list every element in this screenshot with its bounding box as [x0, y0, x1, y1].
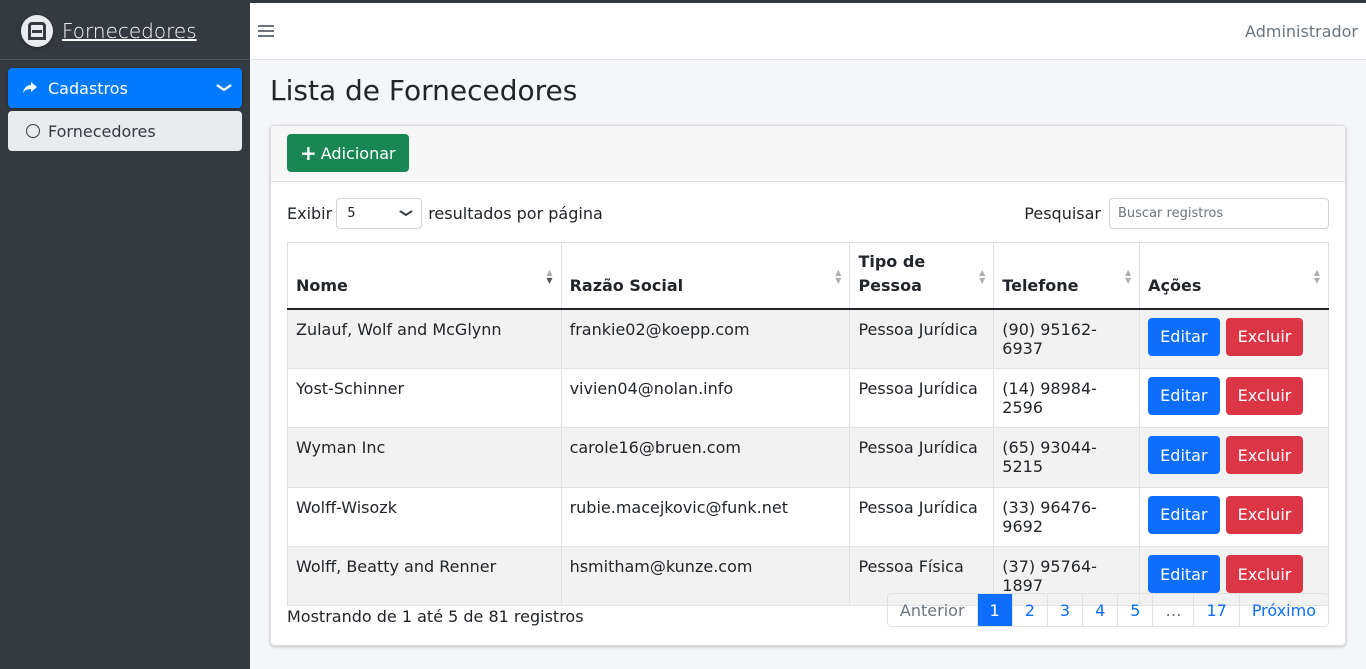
column-header-tipo-pessoa[interactable]: Tipo de Pessoa ▲ ▼ — [849, 242, 995, 310]
cell-telefone: (65) 93044-5215 — [993, 427, 1141, 488]
delete-button[interactable]: Excluir — [1225, 495, 1304, 534]
page-size-select[interactable]: 5 — [336, 197, 423, 229]
top-navbar: Administrador — [250, 3, 1366, 60]
delete-button[interactable]: Excluir — [1225, 436, 1304, 475]
sort-icon: ▲ ▼ — [1125, 268, 1132, 285]
user-menu[interactable]: Administrador — [1245, 22, 1358, 41]
column-header-nome[interactable]: Nome ▲ ▼ — [287, 242, 562, 310]
cell-razao-social: vivien04@nolan.info — [560, 367, 851, 429]
cell-tipo-pessoa: Pessoa Jurídica — [849, 486, 995, 548]
pagination-page-17[interactable]: 17 — [1193, 594, 1238, 626]
cell-nome: Yost-Schinner — [287, 367, 562, 429]
cell-nome: Wyman Inc — [287, 427, 562, 488]
delete-button[interactable]: Excluir — [1225, 376, 1304, 415]
card-header: + Adicionar — [271, 126, 1345, 182]
column-header-telefone[interactable]: Telefone ▲ ▼ — [993, 242, 1141, 310]
column-header-label: Ações — [1148, 275, 1202, 295]
cell-actions: Editar Excluir — [1139, 367, 1329, 429]
edit-button[interactable]: Editar — [1148, 555, 1220, 593]
column-header-acoes[interactable]: Ações ▲ ▼ — [1139, 242, 1329, 310]
column-header-razao-social[interactable]: Razão Social ▲ ▼ — [560, 242, 851, 310]
cell-nome: Wolff, Beatty and Renner — [287, 545, 562, 607]
suppliers-table: Nome ▲ ▼ Razão Social ▲ ▼ Tipo de Pessoa ▲ ▼ T… — [287, 242, 1329, 607]
pagination: Anterior 1 2 3 4 5 … 17 Próximo — [886, 593, 1329, 627]
cell-tipo-pessoa: Pessoa Jurídica — [849, 427, 995, 488]
cell-tipo-pessoa: Pessoa Jurídica — [849, 367, 995, 429]
cell-tipo-pessoa: Pessoa Jurídica — [849, 308, 995, 369]
cell-razao-social: rubie.macejkovic@funk.net — [560, 486, 851, 548]
cell-actions: Editar Excluir — [1139, 308, 1329, 369]
column-header-label: Nome — [296, 275, 348, 295]
sidebar-item-fornecedores[interactable]: Fornecedores — [8, 111, 242, 151]
brand-logo-icon — [21, 15, 53, 47]
column-header-label: Tipo de Pessoa — [858, 251, 926, 295]
chevron-down-icon[interactable] — [216, 81, 233, 95]
sort-icon: ▲ ▼ — [835, 268, 842, 285]
page-title: Lista de Fornecedores — [270, 74, 578, 107]
table-row: Yost-Schinner vivien04@nolan.info Pessoa… — [287, 367, 1329, 429]
sidebar-item-cadastros[interactable]: Cadastros — [8, 68, 242, 108]
search-label: Pesquisar — [1024, 203, 1101, 223]
sidebar: Fornecedores Cadastros Fornecedores — [0, 3, 250, 669]
pagination-page-5[interactable]: 5 — [1117, 594, 1152, 626]
search-group: Pesquisar — [1024, 197, 1329, 229]
table-row: Zulauf, Wolf and McGlynn frankie02@koepp… — [287, 308, 1329, 369]
circle-icon — [26, 124, 40, 138]
cell-telefone: (90) 95162-6937 — [993, 308, 1141, 369]
sidebar-item-label: Cadastros — [48, 78, 128, 98]
share-arrow-icon — [20, 81, 40, 95]
add-button-label: Adicionar — [320, 143, 396, 163]
per-page-label: resultados por página — [428, 203, 603, 223]
table-info: Mostrando de 1 até 5 de 81 registros — [287, 607, 584, 626]
delete-button[interactable]: Excluir — [1225, 555, 1304, 593]
cell-telefone: (33) 96476-9692 — [993, 486, 1141, 548]
sidebar-item-label: Fornecedores — [48, 121, 156, 141]
edit-button[interactable]: Editar — [1148, 495, 1220, 534]
cell-razao-social: hsmitham@kunze.com — [560, 545, 851, 607]
sort-icon: ▲ ▼ — [1313, 268, 1320, 285]
add-button[interactable]: + Adicionar — [287, 134, 409, 172]
chevron-down-icon — [399, 207, 414, 220]
pagination-page-2[interactable]: 2 — [1011, 594, 1047, 626]
sidebar-nav: Cadastros Fornecedores — [0, 60, 250, 162]
pagination-page-1[interactable]: 1 — [976, 594, 1012, 626]
search-input[interactable] — [1109, 197, 1329, 229]
column-header-label: Razão Social — [569, 275, 684, 295]
pagination-page-3[interactable]: 3 — [1046, 594, 1082, 626]
cell-nome: Zulauf, Wolf and McGlynn — [287, 308, 562, 369]
cell-telefone: (14) 98984-2596 — [993, 367, 1141, 429]
plus-icon: + — [300, 141, 317, 165]
edit-button[interactable]: Editar — [1148, 376, 1220, 415]
edit-button[interactable]: Editar — [1148, 317, 1220, 356]
show-label: Exibir — [287, 203, 333, 223]
cell-razao-social: frankie02@koepp.com — [560, 308, 851, 369]
delete-button[interactable]: Excluir — [1225, 317, 1304, 356]
table-header-row: Nome ▲ ▼ Razão Social ▲ ▼ Tipo de Pessoa ▲ ▼ T… — [287, 242, 1329, 310]
table-row: Wolff-Wisozk rubie.macejkovic@funk.net P… — [287, 486, 1329, 548]
edit-button[interactable]: Editar — [1148, 436, 1220, 475]
table-row: Wyman Inc carole16@bruen.com Pessoa Jurí… — [287, 427, 1329, 488]
page-size-value: 5 — [347, 205, 356, 221]
pagination-previous[interactable]: Anterior — [888, 594, 977, 626]
suppliers-card: + Adicionar Exibir 5 resultados por pági… — [270, 125, 1346, 646]
cell-razao-social: carole16@bruen.com — [560, 427, 851, 488]
pagination-page-4[interactable]: 4 — [1082, 594, 1117, 626]
pagination-next[interactable]: Próximo — [1238, 594, 1328, 626]
column-header-label: Telefone — [1002, 275, 1079, 295]
sort-icon: ▲ ▼ — [979, 268, 986, 285]
table-controls: Exibir 5 resultados por página Pesquisar — [287, 197, 1329, 229]
menu-toggle-icon[interactable] — [258, 25, 274, 37]
brand-link[interactable]: Fornecedores — [0, 3, 250, 60]
brand-title[interactable]: Fornecedores — [62, 19, 197, 43]
cell-nome: Wolff-Wisozk — [287, 486, 562, 548]
cell-actions: Editar Excluir — [1139, 486, 1329, 548]
sort-icon: ▲ ▼ — [546, 268, 553, 285]
pagination-ellipsis: … — [1152, 594, 1193, 626]
cell-actions: Editar Excluir — [1139, 427, 1329, 488]
